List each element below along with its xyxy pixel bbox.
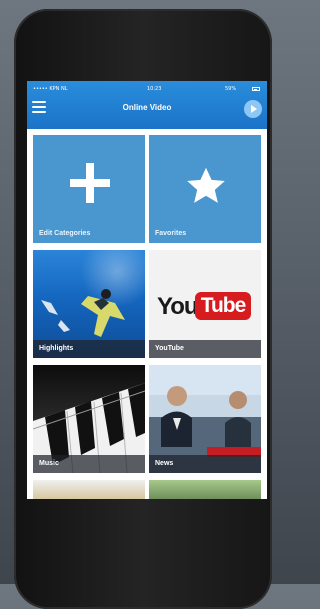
page-title: Online Video [122, 103, 172, 112]
battery-percent: 59% [225, 86, 237, 92]
tile-label-favorites: Favorites [155, 230, 187, 237]
tile-partial-right[interactable] [149, 480, 261, 499]
tile-partial-left[interactable] [33, 480, 145, 499]
youtube-logo: You Tube [157, 289, 253, 325]
header-bar: ••••• KPN NL 10:23 59% Online Video [27, 81, 267, 129]
battery-icon [252, 87, 260, 91]
app-screen: ••••• KPN NL 10:23 59% Online Video Edit… [27, 81, 267, 499]
hamburger-menu-icon[interactable] [32, 100, 46, 114]
youtube-logo-tube: Tube [195, 292, 251, 320]
status-bar: ••••• KPN NL 10:23 59% [27, 84, 267, 94]
time-text: 10:23 [147, 86, 162, 92]
tile-label-youtube: YouTube [149, 340, 261, 358]
tile-favorites[interactable]: Favorites [149, 135, 261, 243]
youtube-logo-you: You [157, 293, 199, 320]
video-category-grid: Edit Categories Favorites Highlights You… [27, 135, 267, 499]
tile-label-edit-categories: Edit Categories [39, 230, 91, 237]
partial-thumbnail-right [149, 480, 261, 499]
plus-icon [70, 163, 110, 203]
tile-label-highlights: Highlights [33, 340, 145, 358]
tile-youtube[interactable]: You Tube YouTube [149, 250, 261, 358]
tile-label-music: Music [33, 455, 145, 473]
play-circle-icon[interactable] [244, 100, 262, 118]
tile-edit-categories[interactable]: Edit Categories [33, 135, 145, 243]
carrier-text: ••••• KPN NL [33, 86, 68, 92]
tile-label-news: News [149, 455, 261, 473]
tile-news[interactable]: News [149, 365, 261, 473]
star-icon [187, 167, 225, 203]
tile-highlights[interactable]: Highlights [33, 250, 145, 358]
partial-thumbnail-left [33, 480, 145, 499]
tile-music[interactable]: Music [33, 365, 145, 473]
